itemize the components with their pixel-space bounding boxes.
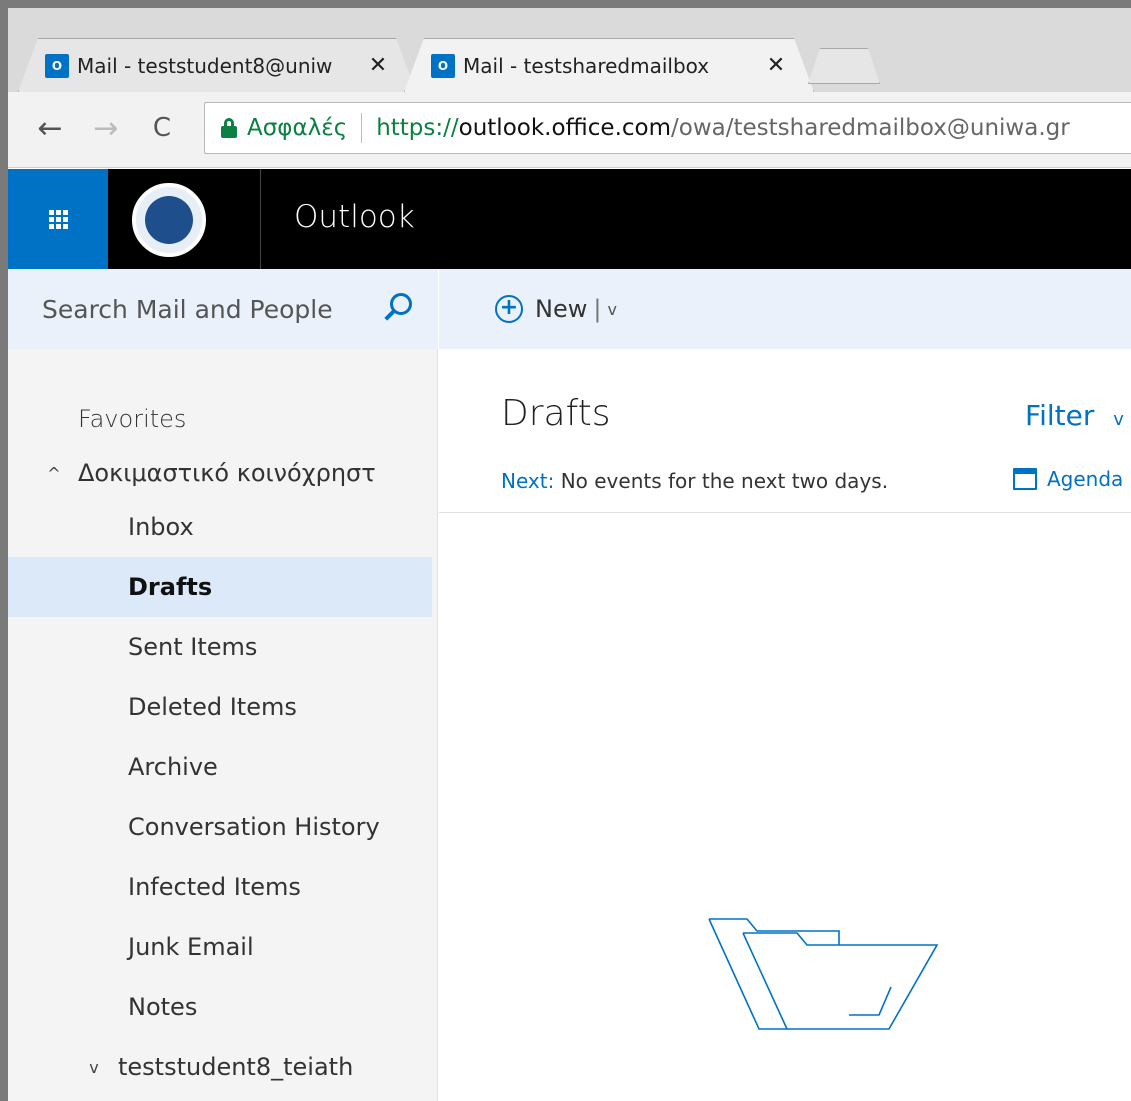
folder-conversation-history[interactable]: Conversation History xyxy=(8,797,438,857)
chevron-up-icon[interactable]: ^ xyxy=(42,464,66,483)
organization-logo xyxy=(132,183,206,257)
folder-deleted-items[interactable]: Deleted Items xyxy=(8,677,438,737)
new-message-button[interactable]: + New | v xyxy=(495,295,617,323)
calendar-icon xyxy=(1013,468,1037,490)
tab-teststudent-mail[interactable]: O Mail - teststudent8@uniw ✕ xyxy=(18,38,416,92)
back-icon[interactable]: ← xyxy=(30,106,70,150)
app-header: Outlook xyxy=(8,169,1131,269)
app-title[interactable]: Outlook xyxy=(294,199,415,235)
group-label: teststudent8_teiath xyxy=(118,1053,354,1081)
lock-icon xyxy=(221,118,237,138)
search-input[interactable]: Search Mail and People xyxy=(8,269,438,349)
group-label: Δοκιμαστικό κοινόχρηστ xyxy=(78,459,376,487)
folder-junk-email[interactable]: Junk Email xyxy=(8,917,438,977)
new-tab-button[interactable] xyxy=(808,48,880,84)
agenda-button[interactable]: Agenda xyxy=(1013,467,1123,491)
tab-title: Mail - testsharedmailbox xyxy=(463,53,710,78)
folder-drafts[interactable]: Drafts xyxy=(8,557,432,617)
folder-notes[interactable]: Notes xyxy=(8,977,438,1037)
tab-strip: O Mail - teststudent8@uniw ✕ O Mail - te… xyxy=(8,8,1131,92)
forward-icon[interactable]: → xyxy=(86,106,126,150)
app-launcher-button[interactable] xyxy=(8,169,108,269)
search-icon[interactable] xyxy=(380,291,416,327)
next-text: No events for the next two days. xyxy=(554,469,889,493)
new-separator: | xyxy=(593,295,602,323)
header-divider xyxy=(439,512,1131,513)
agenda-label: Agenda xyxy=(1047,467,1124,491)
page-title: Drafts xyxy=(501,393,611,434)
chevron-down-icon: v xyxy=(1113,409,1124,430)
next-label[interactable]: Next: xyxy=(501,469,554,493)
search-placeholder: Search Mail and People xyxy=(42,294,333,324)
address-separator xyxy=(361,113,363,143)
close-icon[interactable]: ✕ xyxy=(761,53,791,78)
folder-inbox[interactable]: Inbox xyxy=(8,497,438,557)
empty-folder-icon xyxy=(708,918,939,1030)
outlook-icon: O xyxy=(431,54,455,78)
waffle-icon xyxy=(48,209,68,229)
tab-shared-mailbox[interactable]: O Mail - testsharedmailbox ✕ xyxy=(404,38,814,92)
address-bar[interactable]: Ασφαλές https://outlook.office.com/owa/t… xyxy=(204,102,1131,154)
plus-icon: + xyxy=(495,295,523,323)
tab-title: Mail - teststudent8@uniw xyxy=(77,53,333,78)
filter-button[interactable]: Filter v xyxy=(1025,399,1124,432)
folder-infected-items[interactable]: Infected Items xyxy=(8,857,438,917)
security-label: Ασφαλές xyxy=(247,115,348,141)
browser-window: O Mail - teststudent8@uniw ✕ O Mail - te… xyxy=(0,0,1131,1101)
next-events-line: Next: No events for the next two days. xyxy=(501,469,888,493)
command-bar: + New | v xyxy=(439,269,1131,349)
chevron-down-icon[interactable]: v xyxy=(82,1058,106,1077)
folder-archive[interactable]: Archive xyxy=(8,737,438,797)
close-icon[interactable]: ✕ xyxy=(363,53,393,78)
teststudent-group[interactable]: v teststudent8_teiath xyxy=(8,1037,438,1097)
message-list-pane: + New | v Drafts Filter v Next: No event… xyxy=(439,269,1131,1101)
chevron-down-icon[interactable]: v xyxy=(607,300,616,319)
folder-list: Favorites ^ Δοκιμαστικό κοινόχρηστ Inbox… xyxy=(8,389,438,1097)
filter-label: Filter xyxy=(1025,399,1095,432)
url-path: /owa/testsharedmailbox@uniwa.gr xyxy=(671,115,1070,141)
url-host: outlook.office.com xyxy=(458,115,672,141)
folder-sent-items[interactable]: Sent Items xyxy=(8,617,438,677)
reload-icon[interactable]: C xyxy=(142,106,182,150)
favorites-header[interactable]: Favorites xyxy=(8,389,438,449)
new-label: New xyxy=(535,295,588,323)
folder-pane: Search Mail and People Favorites ^ Δοκιμ… xyxy=(8,269,438,1101)
browser-toolbar: ← → C Ασφαλές https://outlook.office.com… xyxy=(8,92,1131,168)
shared-mailbox-group[interactable]: ^ Δοκιμαστικό κοινόχρηστ xyxy=(8,449,438,497)
header-divider xyxy=(260,169,261,269)
url-scheme: https:// xyxy=(376,115,459,141)
outlook-icon: O xyxy=(45,54,69,78)
